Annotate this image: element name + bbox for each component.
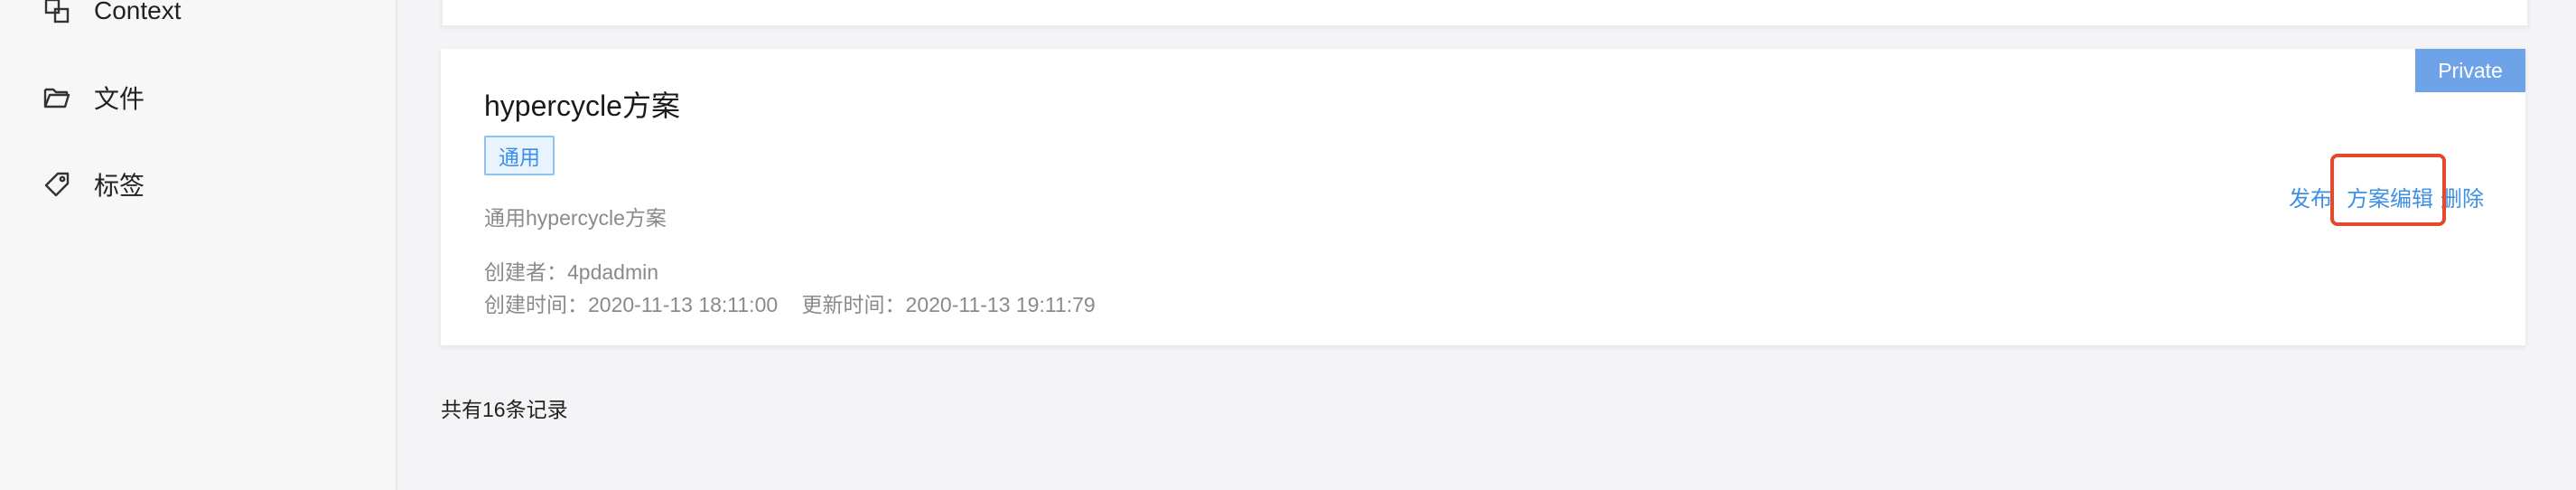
plan-card: Private hypercycle方案 通用 通用hypercycle方案 创…	[441, 49, 2525, 345]
context-icon	[42, 0, 72, 26]
visibility-badge: Private	[2415, 49, 2525, 92]
plan-tag: 通用	[484, 136, 555, 175]
updated-time: 更新时间：2020-11-13 19:11:79	[801, 293, 1096, 316]
delete-button[interactable]: 删除	[2441, 181, 2484, 212]
sidebar-item-label: Context	[94, 0, 182, 24]
sidebar-item-context[interactable]: Context	[42, 0, 182, 36]
sidebar-item-label: 文件	[94, 85, 145, 113]
plan-description: 通用hypercycle方案	[484, 206, 667, 230]
folder-icon	[42, 82, 72, 113]
total-records: 共有16条记录	[441, 398, 568, 421]
publish-button[interactable]: 发布	[2289, 181, 2332, 212]
edit-plan-button[interactable]: 方案编辑	[2347, 187, 2433, 212]
sidebar-item-label: 标签	[94, 172, 145, 200]
created-time: 创建时间：2020-11-13 18:11:00	[484, 293, 779, 316]
plan-title: hypercycle方案	[484, 90, 680, 122]
previous-plan-card	[441, 0, 2529, 27]
sidebar: Context 文件 标签	[0, 0, 397, 490]
sidebar-item-files[interactable]: 文件	[42, 72, 145, 123]
edit-wrapper: 方案编辑	[2330, 154, 2446, 226]
main-content: Private hypercycle方案 通用 通用hypercycle方案 创…	[397, 0, 2576, 490]
plan-creator: 创建者：4pdadmin	[484, 260, 659, 284]
tag-icon	[42, 169, 72, 200]
plan-timestamps: 创建时间：2020-11-13 18:11:00 更新时间：2020-11-13…	[484, 287, 1096, 318]
plan-actions: 发布 方案编辑 删除	[2289, 154, 2484, 226]
sidebar-item-tags[interactable]: 标签	[42, 159, 145, 210]
